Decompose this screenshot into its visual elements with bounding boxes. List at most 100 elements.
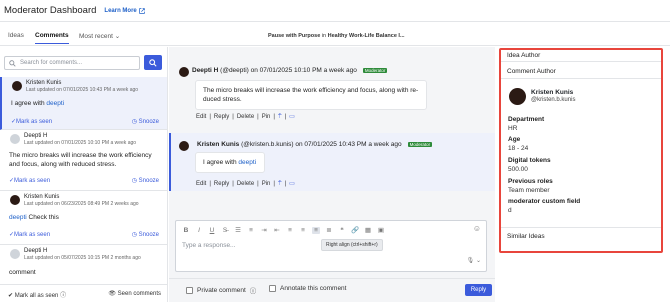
thread-panel: Deepti H (@deepti) on 07/01/2025 10:10 P… bbox=[169, 47, 495, 302]
comment-author-section[interactable]: Comment Author bbox=[501, 65, 661, 79]
chevron-down-icon: ⌄ bbox=[114, 33, 121, 40]
snooze-button[interactable]: ◷ Snooze bbox=[132, 177, 159, 184]
annotate-label: Annotate this comment bbox=[280, 285, 347, 292]
thread-message: Deepti H (@deepti) on 07/01/2025 10:10 P… bbox=[169, 59, 495, 125]
link-icon[interactable]: 🔗 bbox=[351, 226, 359, 234]
clock-icon: ◷ bbox=[131, 232, 139, 238]
italic-icon[interactable]: I bbox=[195, 227, 203, 234]
separator: | bbox=[232, 114, 234, 120]
underline-icon[interactable]: U bbox=[208, 227, 216, 234]
field-label: Previous roles bbox=[508, 178, 553, 185]
snooze-button[interactable]: ◷ Snooze bbox=[132, 231, 159, 238]
comment-body: deepti Check this bbox=[9, 213, 161, 222]
moderator-badge: Moderator bbox=[362, 67, 388, 73]
list-item[interactable]: Deepti H Last updated on 05/07/2025 10:1… bbox=[0, 245, 167, 283]
outdent-icon[interactable]: ⇤ bbox=[273, 226, 281, 234]
mark-as-seen-label: Mark as seen bbox=[14, 178, 51, 184]
pin-icon[interactable]: ⍑ bbox=[278, 114, 282, 120]
private-comment-checkbox[interactable]: Private comment ⓘ bbox=[186, 285, 256, 295]
thread-prefix: Pause with Purpose bbox=[268, 33, 321, 39]
comment-timestamp: Last updated on 07/01/2025 10:43 PM a we… bbox=[26, 87, 139, 93]
comment-icon[interactable]: ▭ bbox=[289, 181, 295, 187]
mic-icon[interactable]: 🎙 bbox=[467, 258, 475, 264]
message-meta: (@deepti) on 07/01/2025 10:10 PM a week … bbox=[218, 67, 357, 74]
field-value: Team member bbox=[508, 187, 550, 194]
field-value: d bbox=[508, 207, 512, 214]
seen-comments-button[interactable]: 👁 Seen comments bbox=[108, 290, 161, 297]
reply-button[interactable]: Reply bbox=[214, 114, 229, 120]
comment-body: The micro breaks will increase the work … bbox=[9, 152, 152, 168]
mark-as-seen-button[interactable]: ✓Mark as seen bbox=[9, 231, 50, 238]
search-placeholder: Search for comments... bbox=[20, 60, 83, 66]
justify-icon[interactable]: ≣ bbox=[325, 226, 333, 234]
separator: | bbox=[273, 181, 275, 187]
tab-ideas[interactable]: Ideas bbox=[8, 32, 24, 39]
table-icon[interactable]: ▦ bbox=[364, 226, 372, 234]
message-text: I agree with bbox=[203, 159, 239, 166]
learn-more-label: Learn More bbox=[104, 7, 137, 14]
snooze-label: Snooze bbox=[138, 232, 159, 238]
mention-link[interactable]: deepti bbox=[46, 100, 64, 107]
list-item[interactable]: Deepti H Last updated on 07/01/2025 10:1… bbox=[0, 130, 167, 191]
reply-composer[interactable]: B I U S̶ ☰ ≡ ⇥ ⇤ ≡ ≡ ≡ ≣ ❝ 🔗 ▦ ▣ ☺ Type … bbox=[175, 220, 487, 272]
separator: | bbox=[273, 114, 275, 120]
avatar bbox=[509, 88, 526, 105]
thread-message: Kristen Kunis (@kristen.b.kunis) on 07/0… bbox=[169, 133, 495, 191]
edit-button[interactable]: Edit bbox=[196, 181, 206, 187]
learn-more-link[interactable]: Learn More bbox=[104, 7, 145, 14]
pin-button[interactable]: Pin bbox=[262, 181, 271, 187]
list-item[interactable]: Kristen Kunis Last updated on 06/23/2025… bbox=[0, 191, 167, 245]
checkbox-box[interactable] bbox=[186, 286, 193, 294]
format-toolbar: B I U S̶ ☰ ≡ ⇥ ⇤ ≡ ≡ ≡ ≣ ❝ 🔗 ▦ ▣ bbox=[182, 225, 385, 235]
bold-icon[interactable]: B bbox=[182, 227, 190, 234]
mark-all-seen-button[interactable]: ✔ Mark all as seen ⓘ bbox=[8, 290, 66, 299]
image-icon[interactable]: ▣ bbox=[377, 226, 385, 234]
align-left-icon[interactable]: ≡ bbox=[286, 227, 294, 234]
checkbox-box[interactable] bbox=[269, 285, 276, 292]
numbered-list-icon[interactable]: ≡ bbox=[247, 227, 255, 234]
comment-body: comment bbox=[9, 269, 36, 276]
message-bubble: I agree with deepti bbox=[195, 152, 265, 173]
message-meta: (@kristen.b.kunis) on 07/01/2025 10:43 P… bbox=[239, 141, 402, 148]
private-label: Private comment bbox=[197, 286, 246, 294]
sort-label: Most recent bbox=[79, 33, 113, 40]
page-title: Moderator Dashboard bbox=[4, 5, 97, 16]
field-label: Digital tokens bbox=[508, 157, 551, 164]
list-item[interactable]: Kristen Kunis Last updated on 07/01/2025… bbox=[0, 77, 167, 130]
snooze-button[interactable]: ◷ Snooze bbox=[132, 118, 159, 125]
indent-icon[interactable]: ⇥ bbox=[260, 226, 268, 234]
mark-as-seen-label: Mark as seen bbox=[16, 119, 53, 125]
align-center-icon[interactable]: ≡ bbox=[299, 227, 307, 234]
strikethrough-icon[interactable]: S̶ bbox=[221, 227, 229, 234]
edit-button[interactable]: Edit bbox=[196, 114, 206, 120]
search-input[interactable]: Search for comments... bbox=[4, 56, 140, 70]
pin-button[interactable]: Pin bbox=[262, 114, 271, 120]
chevron-down-icon[interactable]: ⌄ bbox=[476, 258, 481, 264]
mark-as-seen-button[interactable]: ✓Mark as seen bbox=[9, 177, 50, 184]
similar-ideas-section[interactable]: Similar Ideas bbox=[501, 227, 661, 245]
reply-button[interactable]: Reply bbox=[214, 181, 229, 187]
emoji-icon[interactable]: ☺ bbox=[473, 224, 481, 233]
delete-button[interactable]: Delete bbox=[237, 114, 254, 120]
mention-link[interactable]: deepti bbox=[238, 159, 256, 166]
sort-dropdown[interactable]: Most recent ⌄ bbox=[79, 32, 120, 40]
field-label: moderator custom field bbox=[508, 198, 581, 205]
comment-author: Deepti H bbox=[24, 248, 48, 254]
bullet-list-icon[interactable]: ☰ bbox=[234, 226, 242, 234]
tab-comments[interactable]: Comments bbox=[35, 32, 69, 44]
pin-icon[interactable]: ⍑ bbox=[278, 181, 282, 187]
message-author: Kristen Kunis bbox=[197, 141, 240, 148]
align-right-icon[interactable]: ≡ bbox=[312, 226, 320, 234]
comment-icon[interactable]: ▭ bbox=[289, 114, 295, 120]
delete-button[interactable]: Delete bbox=[237, 181, 254, 187]
search-button[interactable] bbox=[144, 55, 162, 70]
reply-button[interactable]: Reply bbox=[465, 284, 492, 296]
comment-body: I agree with deepti bbox=[11, 99, 163, 108]
separator: | bbox=[284, 114, 287, 120]
field-value: 18 - 24 bbox=[508, 145, 529, 152]
mention-link[interactable]: deepti bbox=[9, 214, 27, 221]
quote-icon[interactable]: ❝ bbox=[338, 226, 346, 234]
idea-author-section[interactable]: Idea Author bbox=[501, 50, 661, 62]
mark-as-seen-button[interactable]: ✓Mark as seen bbox=[11, 118, 52, 125]
annotate-checkbox[interactable]: Annotate this comment bbox=[269, 285, 346, 292]
